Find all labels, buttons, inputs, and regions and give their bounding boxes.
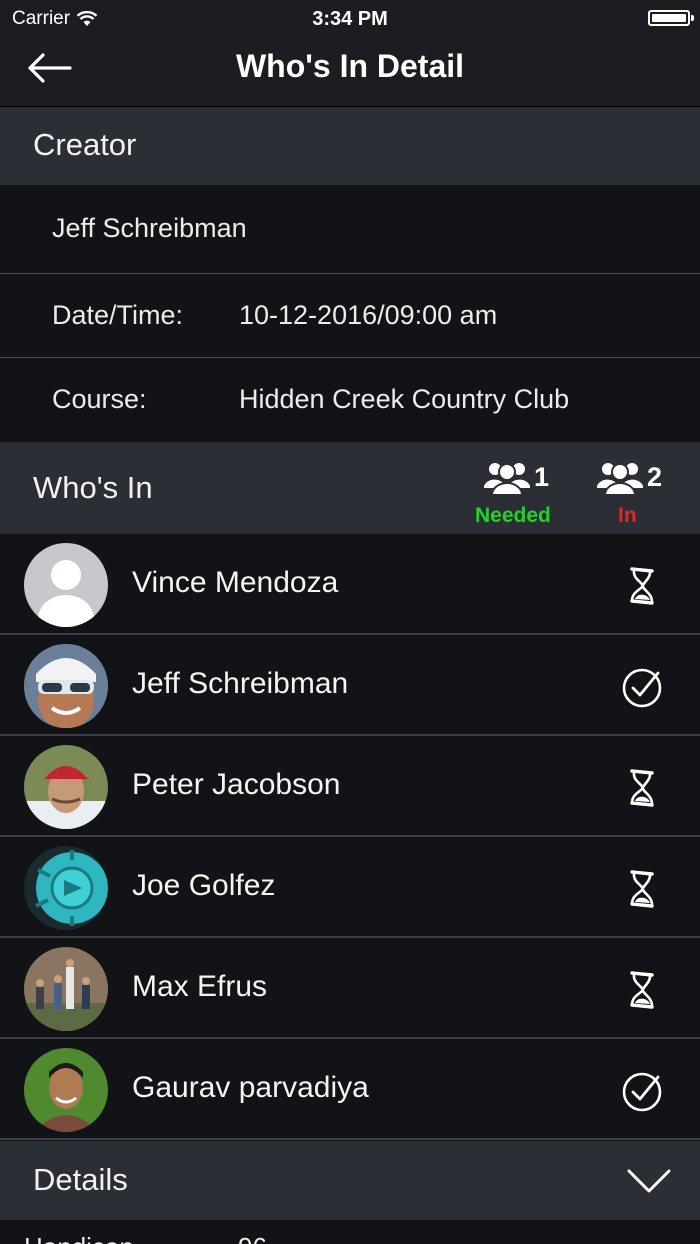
handicap-row: Handicap 96 <box>0 1220 700 1244</box>
in-count: 2 In <box>592 456 682 530</box>
creator-row: Jeff Schreibman <box>0 185 700 274</box>
list-item[interactable]: Vince Mendoza <box>0 534 700 635</box>
needed-number: 1 <box>534 462 550 492</box>
status-bar: Carrier 3:34 PM <box>0 0 700 36</box>
navigation-bar: Carrier 3:34 PM Who's In Detail <box>0 0 700 107</box>
handicap-value: 96 <box>238 1232 267 1244</box>
hourglass-icon <box>630 769 654 807</box>
list-item[interactable]: Gaurav parvadiya <box>0 1039 700 1140</box>
course-value: Hidden Creek Country Club <box>239 384 570 414</box>
battery-icon <box>648 10 694 26</box>
datetime-label: Date/Time: <box>52 300 184 330</box>
details-section-header[interactable]: Details <box>0 1141 700 1220</box>
check-circle-icon <box>622 668 662 708</box>
member-name: Gaurav parvadiya <box>132 1071 369 1104</box>
list-item[interactable]: Jeff Schreibman <box>0 635 700 736</box>
photo-teal-ball <box>24 846 108 930</box>
section-title: Creator <box>33 127 137 162</box>
chevron-down-icon[interactable] <box>626 1167 672 1195</box>
hourglass-icon <box>630 870 654 908</box>
section-title: Details <box>33 1162 128 1197</box>
creator-name: Jeff Schreibman <box>52 213 247 243</box>
photo-red-cap <box>24 745 108 829</box>
course-label: Course: <box>52 384 147 414</box>
photo-sunglasses <box>24 644 108 728</box>
photo-group-outdoors <box>24 947 108 1031</box>
list-item[interactable]: Joe Golfez <box>0 837 700 938</box>
member-name: Max Efrus <box>132 970 268 1003</box>
needed-count: 1 Needed <box>470 456 560 530</box>
group-icon <box>484 463 530 496</box>
creator-section-header: Creator <box>0 107 700 185</box>
handicap-label: Handicap <box>24 1232 134 1244</box>
list-item[interactable]: Peter Jacobson <box>0 736 700 837</box>
clock: 3:34 PM <box>312 8 388 30</box>
member-name: Vince Mendoza <box>132 566 339 599</box>
hourglass-icon <box>630 971 654 1009</box>
in-number: 2 <box>647 462 663 492</box>
member-name: Peter Jacobson <box>132 768 341 801</box>
group-icon <box>597 463 643 496</box>
section-title: Who's In <box>33 470 153 505</box>
default-avatar-icon <box>24 543 108 627</box>
list-item[interactable]: Max Efrus <box>0 938 700 1039</box>
whos-in-section-header: Who's In 1 Needed 2 In <box>0 442 700 534</box>
photo-portrait-green <box>24 1048 108 1132</box>
member-name: Jeff Schreibman <box>132 667 349 700</box>
datetime-value: 10-12-2016/09:00 am <box>239 300 498 330</box>
datetime-row: Date/Time: 10-12-2016/09:00 am <box>0 274 700 358</box>
course-row: Course: Hidden Creek Country Club <box>0 358 700 442</box>
needed-label: Needed <box>475 504 551 527</box>
in-label: In <box>618 504 637 527</box>
check-circle-icon <box>622 1072 662 1112</box>
member-name: Joe Golfez <box>132 869 276 902</box>
hourglass-icon <box>630 567 654 605</box>
page-title: Who's In Detail <box>235 48 465 84</box>
